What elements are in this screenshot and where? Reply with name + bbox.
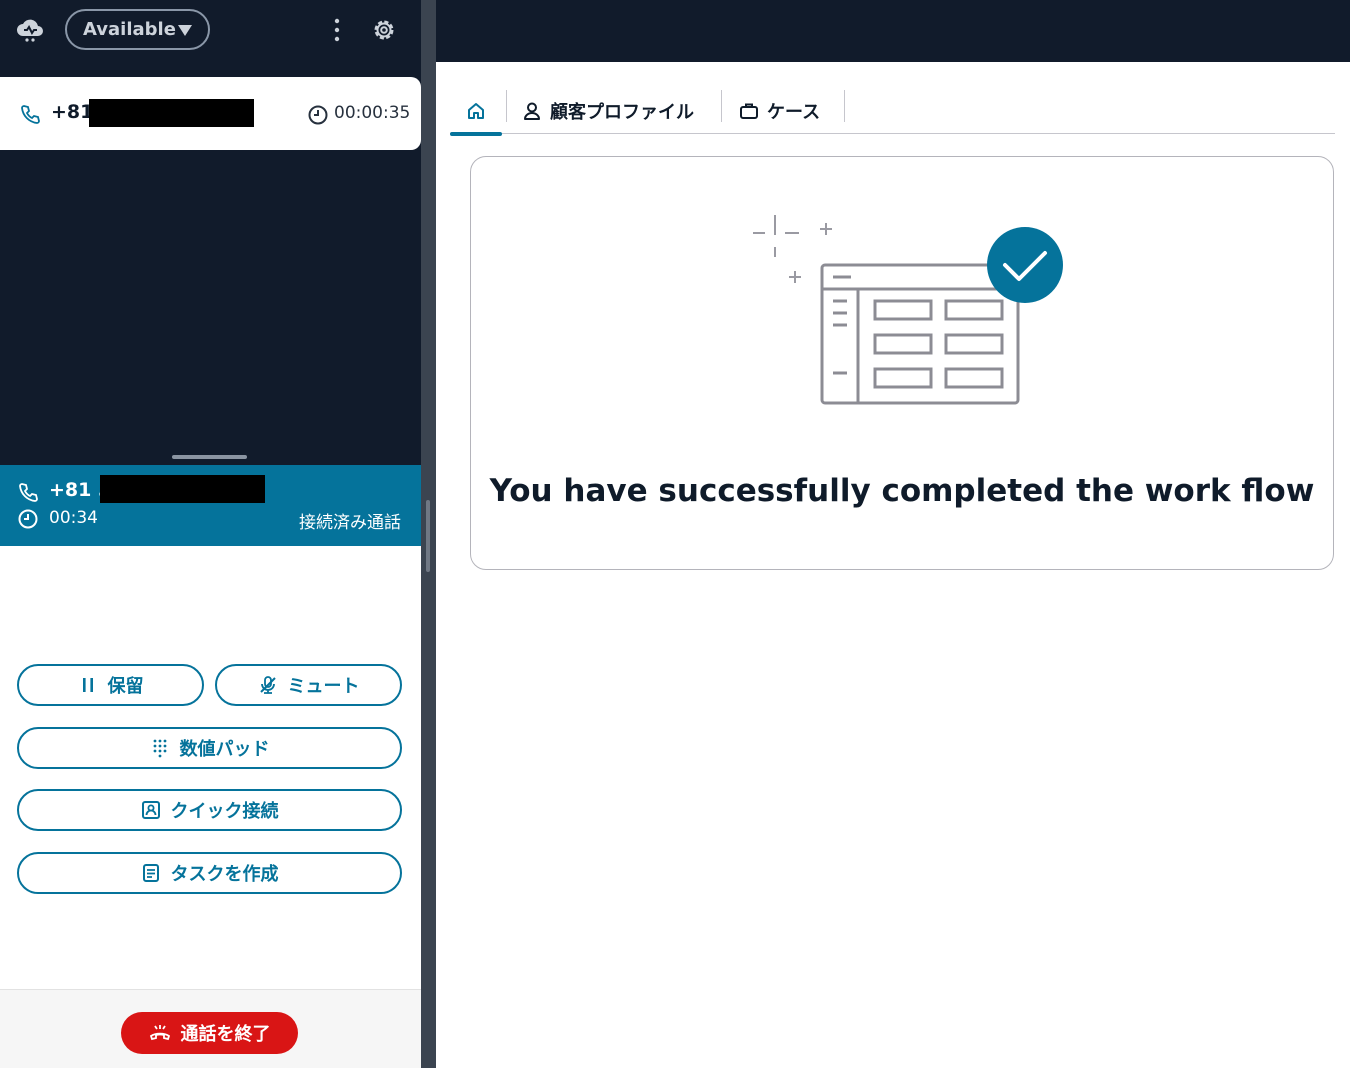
phone-icon xyxy=(19,483,38,502)
active-tab-indicator xyxy=(450,132,502,136)
connection-state: 接続済み通話 xyxy=(299,513,401,533)
keypad-label: 数値パッド xyxy=(179,739,270,760)
tab-separator xyxy=(721,90,722,122)
workflow-complete-message: You have successfully completed the work… xyxy=(489,473,1315,509)
end-call-label: 通話を終了 xyxy=(180,1024,271,1045)
end-call-button[interactable]: 通話を終了 xyxy=(121,1012,298,1054)
hold-label: 保留 xyxy=(107,676,144,697)
contact-control-panel: Available +81 00:00:35 +81 5 00:34 接続済み通… xyxy=(0,0,421,1068)
tab-separator xyxy=(506,90,507,122)
call-footer: 通話を終了 xyxy=(0,989,421,1068)
tab-cases-label: ケース xyxy=(767,102,821,123)
keypad-button[interactable]: 数値パッド xyxy=(17,727,402,769)
mute-label: ミュート xyxy=(287,676,360,697)
create-task-label: タスクを作成 xyxy=(170,864,279,885)
document-icon xyxy=(142,864,159,882)
call-timer: 00:00:35 xyxy=(334,103,411,123)
quick-connect-label: クイック接続 xyxy=(170,801,279,822)
tab-home[interactable] xyxy=(450,88,502,136)
divider-grip[interactable] xyxy=(426,500,430,572)
briefcase-icon xyxy=(740,103,758,119)
tab-separator xyxy=(844,90,845,122)
agent-status-dropdown[interactable]: Available xyxy=(65,9,210,50)
caller-number: +81 xyxy=(51,101,94,123)
microphone-mute-icon xyxy=(259,676,276,694)
redaction-block xyxy=(89,99,254,127)
workflow-complete-card: You have successfully completed the work… xyxy=(470,156,1334,570)
workspace-header xyxy=(436,0,1350,62)
workflow-complete-illustration xyxy=(753,215,1063,405)
tab-customer-profile-label: 顧客プロファイル xyxy=(550,102,694,123)
tab-cases[interactable]: ケース xyxy=(739,88,820,134)
caret-down-icon xyxy=(178,25,192,36)
panel-divider[interactable] xyxy=(421,0,436,1068)
tab-customer-profile[interactable]: 顧客プロファイル xyxy=(522,88,694,134)
redaction-block xyxy=(100,475,265,503)
hang-up-icon xyxy=(149,1025,170,1041)
workspace-tabs: 顧客プロファイル ケース xyxy=(450,88,1335,136)
user-icon xyxy=(524,102,540,120)
create-task-button[interactable]: タスクを作成 xyxy=(17,852,402,894)
contact-card-icon xyxy=(141,801,160,819)
settings-gear-icon[interactable] xyxy=(370,16,398,44)
clock-icon xyxy=(308,105,328,125)
keypad-icon xyxy=(153,739,166,758)
ccp-topbar: Available xyxy=(0,0,421,60)
active-call-timer: 00:34 xyxy=(49,508,98,528)
pause-icon xyxy=(82,678,93,692)
cloud-logo-icon xyxy=(17,19,43,42)
hold-button[interactable]: 保留 xyxy=(17,664,204,706)
incoming-call-card[interactable]: +81 00:00:35 xyxy=(0,77,421,150)
more-options-icon[interactable] xyxy=(330,16,344,44)
clock-icon xyxy=(18,509,38,529)
phone-icon xyxy=(21,105,40,124)
agent-workspace: 顧客プロファイル ケース You have successfully compl… xyxy=(436,62,1350,1068)
mute-button[interactable]: ミュート xyxy=(215,664,402,706)
quick-connect-button[interactable]: クイック接続 xyxy=(17,789,402,831)
panel-resize-handle[interactable] xyxy=(172,455,247,459)
call-controls: 保留 ミュート 数値パッド クイック接続 タスクを作成 xyxy=(0,546,421,989)
home-icon xyxy=(468,103,484,119)
agent-status-label: Available xyxy=(83,19,176,40)
active-contact-header: +81 5 00:34 接続済み通話 xyxy=(0,465,421,546)
